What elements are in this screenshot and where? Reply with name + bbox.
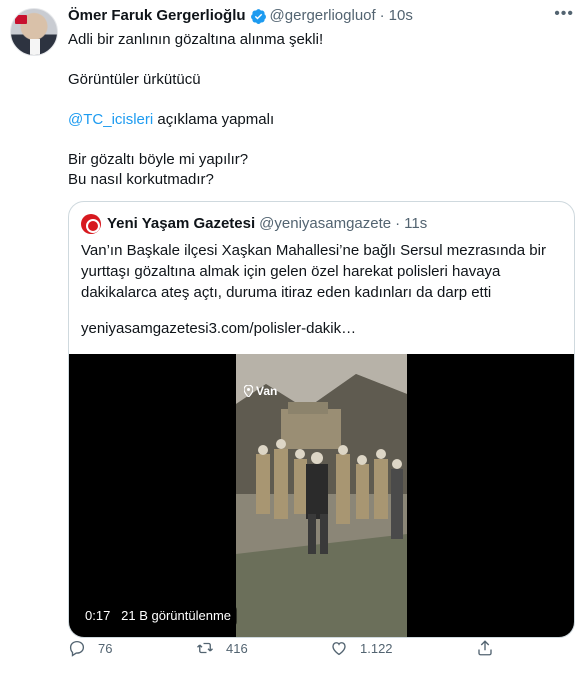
verified-badge-icon bbox=[250, 8, 266, 24]
location-label: Van bbox=[256, 384, 278, 398]
tweet-line: @TC_icisleri açıklama yapmalı bbox=[68, 110, 568, 130]
tweet-line: Bir gözaltı böyle mi yapılır? bbox=[68, 151, 249, 168]
video-frame: Van bbox=[236, 354, 407, 637]
quoted-tweet-header: Yeni Yaşam Gazetesi @yeniyasamgazete · 1… bbox=[81, 214, 427, 234]
video-player[interactable]: Van 0:17 21 B görüntülenme bbox=[69, 354, 574, 637]
more-options-icon[interactable]: ••• bbox=[554, 6, 574, 22]
tweet-line: Adli bir zanlının gözaltına alınma şekli… bbox=[68, 31, 324, 48]
quoted-author-avatar bbox=[81, 214, 101, 234]
video-duration: 0:17 bbox=[85, 608, 111, 623]
author-avatar[interactable] bbox=[10, 8, 58, 56]
quoted-tweet-time: 11s bbox=[404, 215, 428, 232]
author-handle[interactable]: @gergerliogluof bbox=[270, 6, 376, 26]
quoted-author-name: Yeni Yaşam Gazetesi bbox=[107, 215, 256, 232]
retweet-button[interactable]: 416 bbox=[196, 639, 248, 657]
flag-pin bbox=[15, 15, 27, 24]
location-pin-icon bbox=[244, 385, 253, 397]
tweet-line: Bu nasıl korkutmadır? bbox=[68, 171, 214, 188]
video-info-badge: 0:17 21 B görüntülenme bbox=[79, 606, 238, 626]
reply-button[interactable]: 76 bbox=[68, 639, 112, 657]
like-count: 1.122 bbox=[360, 640, 393, 656]
tweet-time[interactable]: 10s bbox=[389, 6, 413, 26]
author-name[interactable]: Ömer Faruk Gergerlioğlu bbox=[68, 6, 246, 26]
separator-dot: · bbox=[395, 215, 401, 232]
quoted-tweet-card[interactable]: Yeni Yaşam Gazetesi @yeniyasamgazete · 1… bbox=[68, 201, 575, 638]
quoted-author-handle: @yeniyasamgazete bbox=[259, 215, 392, 232]
avatar-shirt bbox=[30, 39, 40, 55]
tweet-line-rest: açıklama yapmalı bbox=[153, 111, 275, 128]
location-tag: Van bbox=[244, 384, 277, 398]
heart-icon bbox=[332, 642, 346, 656]
like-button[interactable]: 1.122 bbox=[330, 639, 393, 657]
reply-count: 76 bbox=[98, 640, 113, 656]
separator-dot: · bbox=[379, 7, 385, 24]
mention-link[interactable]: @TC_icisleri bbox=[68, 111, 153, 128]
tweet-line: Görüntüler ürkütücü bbox=[68, 71, 201, 88]
reply-icon bbox=[69, 640, 85, 657]
retweet-count: 416 bbox=[226, 640, 248, 656]
quoted-tweet-text: Van’ın Başkale ilçesi Xaşkan Mahallesi’n… bbox=[81, 242, 546, 301]
share-button[interactable] bbox=[476, 639, 506, 657]
quoted-tweet-link[interactable]: yeniyasamgazetesi3.com/polisler-dakik… bbox=[81, 319, 356, 339]
share-icon bbox=[478, 640, 492, 656]
video-views: 21 B görüntülenme bbox=[121, 608, 232, 623]
tweet-header: Ömer Faruk Gergerlioğlu @gergerliogluof … bbox=[68, 6, 413, 26]
retweet-icon bbox=[197, 642, 213, 654]
tweet-text: Adli bir zanlının gözaltına alınma şekli… bbox=[68, 30, 568, 190]
